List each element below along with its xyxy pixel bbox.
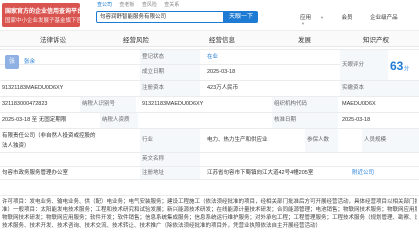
business-scope-line: 准）一般项目：太阳能发电技术服务；工程和技术研究和试验发展；新兴能源技术研发；在… (2, 207, 417, 213)
nearby-companies-link[interactable]: 附近公司 (350, 167, 390, 179)
tab-development-label: 发展 (298, 37, 311, 44)
logo-subtagline: 国家中小企业发展子基金旗下官方网站 (5, 18, 99, 24)
score-label: 天眼评分 (340, 50, 388, 80)
company-type-line1: 有限责任公司（非自然人投资或控股的 (2, 133, 96, 139)
grid-line (0, 195, 419, 196)
business-scope: 许可项目：发电业务、输电业务、供（配）电业务；电气安装服务；建设工程施工（依法须… (0, 197, 419, 240)
nav-vip-label: 会员 (341, 15, 353, 21)
business-scope-line: 许可项目：发电业务、输电业务、供（配）电业务；电气安装服务；建设工程施工（依法须… (2, 199, 417, 205)
score-unit: 分 (404, 66, 410, 72)
search-tab-risk[interactable]: 查风险 (142, 2, 157, 8)
approval-date-value: 2025-03-18 (342, 117, 371, 123)
logo-tagline: 国家官方的企业信用查询平台 (5, 9, 84, 15)
address-label: 注册地址 (140, 167, 200, 179)
paid-capital-label: 实缴资本 (340, 81, 419, 96)
founded-value: 2025-03-18 (207, 69, 236, 75)
chevron-down-icon: ▼ (301, 21, 305, 26)
taxpayer-qual-label: 纳税人资质 (100, 113, 138, 128)
business-term: 2025-03-18 至 无固定期限 (2, 117, 67, 123)
grid-line (0, 179, 419, 180)
staff-label: 人员规模 (362, 129, 419, 152)
tab-development[interactable]: 发展 (298, 34, 311, 44)
business-scope-line: 物联网技术研发；物联网应用服务；软件开发；软件销售；信息系统集成服务；信息系统运… (2, 215, 417, 221)
status-label: 登记状态 (140, 50, 200, 64)
section-tabs: 法律诉讼 经营风险 经营信息 发展 知识产权 (0, 31, 419, 47)
status-value: 在业 (207, 54, 219, 60)
registration-authority: 句容市政务服务管理办公室 (2, 170, 69, 176)
org-code-value: MAEDU0D6X (342, 101, 376, 107)
legal-rep-avatar: 张 (5, 55, 19, 69)
search-tab-boss[interactable]: 查老板 (119, 2, 134, 8)
tab-risk[interactable]: 经营风险 (123, 34, 149, 44)
company-type-line2: 法人独资） (2, 143, 30, 149)
tab-legal[interactable]: 法律诉讼 (40, 34, 66, 44)
legal-rep-name[interactable]: 张余 (22, 57, 82, 66)
insured-label: 参保人数 (305, 129, 338, 152)
search-tab-company[interactable]: 查公司 (97, 2, 112, 8)
site-logo[interactable]: 国家官方的企业信用查询平台 国家中小企业发展子基金旗下官方网站 (2, 3, 99, 27)
search-button[interactable]: 天眼一下 (224, 11, 258, 23)
business-info-table: 张 张余 登记状态 在业 天眼评分 63 分 成立日期 2025-03-18 9… (0, 49, 419, 240)
search-tab-relation[interactable]: 查关系 (164, 2, 179, 8)
score-value[interactable]: 63 (390, 59, 403, 73)
uscc-value: 91321183MAEDU0D6XY (2, 85, 64, 91)
top-bar: 国家官方的企业信用查询平台 国家中小企业发展子基金旗下官方网站 查公司 查老板 … (0, 0, 419, 31)
tab-ip[interactable]: 知识产权 (363, 34, 389, 44)
tab-business-label: 经营信息 (209, 37, 235, 44)
search-type-tabs: 查公司 查老板 查风险 查关系 (97, 1, 185, 10)
nav-vip[interactable]: 会员 (342, 15, 361, 21)
nav-enterprise-label: 企业级产品 (370, 15, 398, 21)
tab-risk-label: 经营风险 (123, 37, 149, 44)
grid-line (0, 152, 419, 153)
reg-capital-label: 注册资本 (140, 81, 200, 96)
business-scope-line: 技术服务、技术开发、技术咨询、技术交流、技术转让、技术推广（除依法须经批准的项目… (2, 223, 322, 229)
taxpayer-id-value: 91321183MAEDU0D6XY (142, 101, 204, 107)
taxpayer-id-label: 纳税人识别号 (80, 97, 136, 112)
search-input[interactable]: 句容润舒智能服务有限公司 (96, 11, 224, 23)
tab-legal-label: 法律诉讼 (40, 37, 66, 44)
approval-date-label: 核准日期 (272, 113, 338, 128)
org-code-label: 组织机构代码 (272, 97, 338, 112)
address-value: 江苏省句容市下蜀镇向江大道42号4幢205室 (207, 170, 314, 176)
chevron-down-icon: ▼ (320, 15, 324, 20)
reg-number: 321183000472823 (2, 101, 48, 107)
reg-capital-value: 423万人民币 (207, 85, 239, 91)
tab-business[interactable]: 经营信息 (209, 34, 235, 44)
industry-label: 行业 (140, 129, 200, 152)
industry-value: 电力、热力生产和供应业 (207, 137, 268, 143)
tab-ip-label: 知识产权 (363, 37, 389, 44)
english-name-label: 英文名称 (140, 153, 200, 166)
top-nav: 应用 ▼ 会员 企业级产品▼ (300, 13, 419, 27)
founded-label: 成立日期 (140, 65, 200, 80)
